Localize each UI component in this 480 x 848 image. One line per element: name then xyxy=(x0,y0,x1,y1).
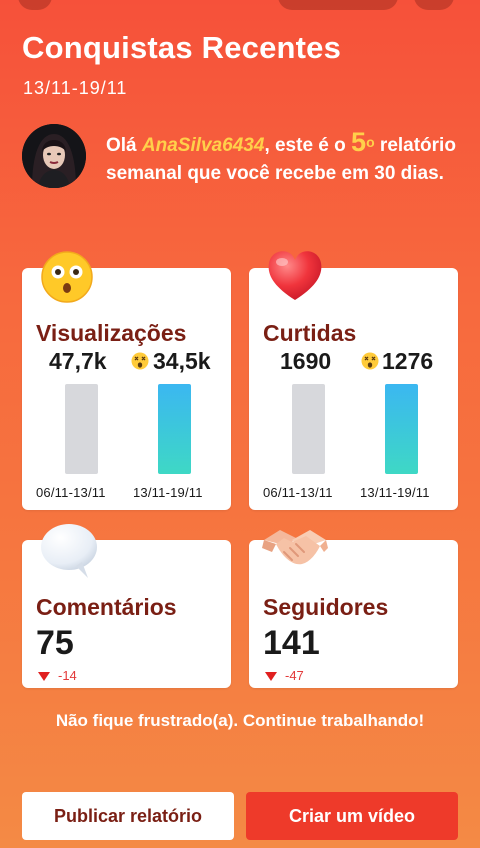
likes-stats: 1690 1276 xyxy=(249,348,458,378)
followers-value: 141 xyxy=(263,624,320,662)
report-ordinal: o xyxy=(366,134,375,150)
close-button[interactable] xyxy=(414,0,454,10)
publish-report-button[interactable]: Publicar relatório xyxy=(22,792,234,840)
comments-delta: -14 xyxy=(38,668,77,683)
heart-icon xyxy=(268,251,322,300)
dizzy-face-icon xyxy=(131,352,149,370)
likes-previous-label: 06/11-13/11 xyxy=(263,485,333,500)
likes-title: Curtidas xyxy=(263,320,357,346)
likes-bar-current xyxy=(385,384,418,474)
create-video-button[interactable]: Criar um vídeo xyxy=(246,792,458,840)
avatar xyxy=(22,124,86,188)
comments-title: Comentários xyxy=(36,594,177,620)
down-triangle-icon xyxy=(38,672,50,682)
greeting-middle: , este é o xyxy=(264,135,352,156)
followers-delta: -47 xyxy=(265,668,304,683)
views-previous-label: 06/11-13/11 xyxy=(36,485,106,500)
handshake-icon xyxy=(262,530,328,565)
views-current-label: 13/11-19/11 xyxy=(133,485,203,500)
back-button[interactable] xyxy=(18,0,52,10)
likes-current-value: 1276 xyxy=(382,348,434,374)
username: AnaSilva6434 xyxy=(141,135,265,156)
likes-current-label: 13/11-19/11 xyxy=(360,485,430,500)
likes-card[interactable]: Curtidas 1690 1276 06/11-13/11 13/11-19/… xyxy=(249,268,458,510)
down-triangle-icon xyxy=(265,672,277,682)
comments-value: 75 xyxy=(36,624,74,662)
speech-bubble-icon xyxy=(41,524,97,578)
views-card[interactable]: Visualizações 47,7k 34,5k 06/11-13/11 13… xyxy=(22,268,231,510)
dizzy-face-icon xyxy=(361,352,379,370)
motivation-message: Não fique frustrado(a). Continue trabalh… xyxy=(55,711,425,730)
views-bar-current xyxy=(158,384,191,474)
views-stats: 47,7k 34,5k xyxy=(22,348,231,378)
greeting-prefix: Olá xyxy=(106,135,142,156)
top-action-button[interactable] xyxy=(278,0,398,10)
likes-bar-previous xyxy=(292,384,325,474)
date-range: 13/11-19/11 xyxy=(23,78,128,98)
followers-title: Seguidores xyxy=(263,594,389,620)
likes-previous-value: 1690 xyxy=(280,348,332,374)
views-current-value: 34,5k xyxy=(153,348,211,374)
page-title: Conquistas Recentes xyxy=(22,30,342,65)
greeting-text: Olá AnaSilva6434, este é o 5o relatório … xyxy=(106,128,456,188)
views-previous-value: 47,7k xyxy=(49,348,107,374)
followers-delta-value: -47 xyxy=(285,668,304,683)
comments-delta-value: -14 xyxy=(58,668,77,683)
report-number: 5 xyxy=(351,127,367,157)
views-bar-previous xyxy=(65,384,98,474)
views-title: Visualizações xyxy=(36,320,187,346)
astonished-face-icon xyxy=(41,251,93,303)
